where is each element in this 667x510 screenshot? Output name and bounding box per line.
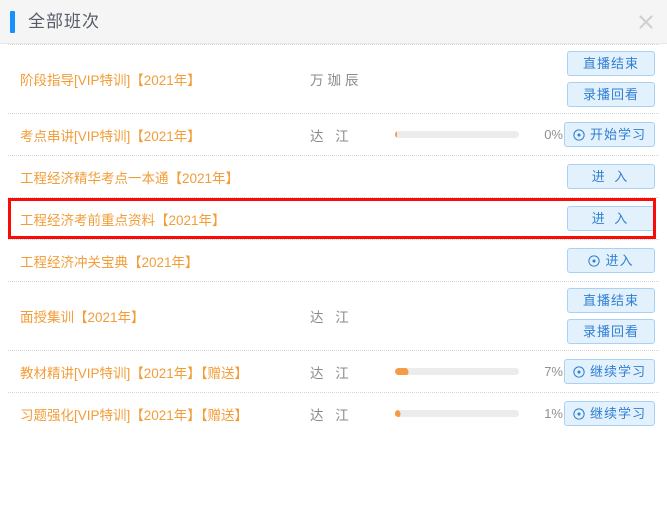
dialog-header: 全部班次 bbox=[0, 0, 667, 44]
class-name: 工程经济冲关宝典【2021年】 bbox=[20, 254, 199, 270]
progress-bar bbox=[395, 410, 519, 417]
button-label: 开始学习 bbox=[589, 127, 646, 142]
button-label: 直播结束 bbox=[582, 293, 639, 308]
close-icon[interactable] bbox=[637, 13, 655, 31]
progress-cell: 0% bbox=[395, 127, 563, 142]
progress-cell: 1% bbox=[395, 406, 563, 421]
row-actions: 直播结束 录播回看 bbox=[555, 51, 655, 107]
class-name: 考点串讲[VIP特训]【2021年】 bbox=[20, 128, 201, 144]
button-label: 录播回看 bbox=[582, 324, 639, 339]
playback-review-button[interactable]: 录播回看 bbox=[567, 319, 655, 344]
class-name: 习题强化[VIP特训]【2021年】【赠送】 bbox=[20, 407, 249, 423]
class-name: 阶段指导[VIP特训]【2021年】 bbox=[20, 73, 201, 88]
dialog-title: 全部班次 bbox=[28, 12, 100, 31]
teacher-name: 达 江 bbox=[310, 310, 353, 325]
playback-review-button[interactable]: 录播回看 bbox=[567, 82, 655, 107]
live-ended-button[interactable]: 直播结束 bbox=[567, 51, 655, 76]
row-actions: 继续学习 bbox=[555, 359, 655, 384]
button-label: 进 入 bbox=[591, 169, 631, 184]
live-ended-button[interactable]: 直播结束 bbox=[567, 288, 655, 313]
table-row[interactable]: 阶段指导[VIP特训]【2021年】 万珈辰 直播结束录播回看 bbox=[0, 45, 667, 113]
teacher-name: 万珈辰 bbox=[310, 73, 363, 88]
table-row[interactable]: 工程经济精华考点一本通【2021年】 进 入 bbox=[0, 156, 667, 197]
teacher-name: 达 江 bbox=[310, 407, 353, 423]
table-row[interactable]: 教材精讲[VIP特训]【2021年】【赠送】 达 江 7% 继续学习 bbox=[0, 351, 667, 392]
class-name: 工程经济精华考点一本通【2021年】 bbox=[20, 170, 240, 186]
button-label: 继续学习 bbox=[589, 406, 646, 421]
start-study-button[interactable]: 开始学习 bbox=[563, 122, 655, 147]
button-label: 录播回看 bbox=[582, 87, 639, 102]
teacher-name: 达 江 bbox=[310, 128, 353, 144]
table-row[interactable]: 工程经济考前重点资料【2021年】 进 入 bbox=[0, 198, 667, 239]
class-name: 面授集训【2021年】 bbox=[20, 310, 145, 325]
row-actions: 开始学习 bbox=[555, 122, 655, 147]
progress-bar bbox=[395, 131, 519, 138]
continue-study-button[interactable]: 继续学习 bbox=[563, 401, 655, 426]
table-row[interactable]: 面授集训【2021年】 达 江 直播结束录播回看 bbox=[0, 282, 667, 350]
row-actions: 继续学习 bbox=[555, 401, 655, 426]
button-label: 继续学习 bbox=[589, 364, 646, 379]
button-label: 直播结束 bbox=[582, 56, 639, 71]
progress-cell: 7% bbox=[395, 364, 563, 379]
progress-knob bbox=[399, 368, 409, 375]
continue-study-button[interactable]: 继续学习 bbox=[563, 359, 655, 384]
progress-knob bbox=[395, 410, 401, 417]
header-accent-bar bbox=[10, 10, 15, 33]
row-actions: 进 入 bbox=[555, 164, 655, 189]
row-actions: 进入 bbox=[555, 248, 655, 273]
button-label: 进入 bbox=[605, 253, 634, 268]
row-actions: 直播结束 录播回看 bbox=[555, 288, 655, 344]
table-row[interactable]: 考点串讲[VIP特训]【2021年】 达 江 0% 开始学习 bbox=[0, 114, 667, 155]
class-name: 工程经济考前重点资料【2021年】 bbox=[20, 212, 226, 228]
progress-fill bbox=[395, 131, 397, 138]
enter-button[interactable]: 进 入 bbox=[567, 164, 655, 189]
class-list: 录播回看阶段指导[VIP特训]【2021年】万珈辰直播结束录播回看考点串讲[VI… bbox=[0, 44, 667, 434]
table-row[interactable]: 工程经济冲关宝典【2021年】 进入 bbox=[0, 240, 667, 281]
enter-button[interactable]: 进入 bbox=[567, 248, 655, 273]
class-list-panel: 录播回看阶段指导[VIP特训]【2021年】万珈辰直播结束录播回看考点串讲[VI… bbox=[0, 44, 667, 510]
row-actions: 进 入 bbox=[555, 206, 655, 231]
table-row[interactable]: 习题强化[VIP特训]【2021年】【赠送】 达 江 1% 继续学习 bbox=[0, 393, 667, 434]
class-name: 教材精讲[VIP特训]【2021年】【赠送】 bbox=[20, 365, 249, 381]
enter-button[interactable]: 进 入 bbox=[567, 206, 655, 231]
progress-bar bbox=[395, 368, 519, 375]
teacher-name: 达 江 bbox=[310, 365, 353, 381]
button-label: 进 入 bbox=[591, 211, 631, 226]
